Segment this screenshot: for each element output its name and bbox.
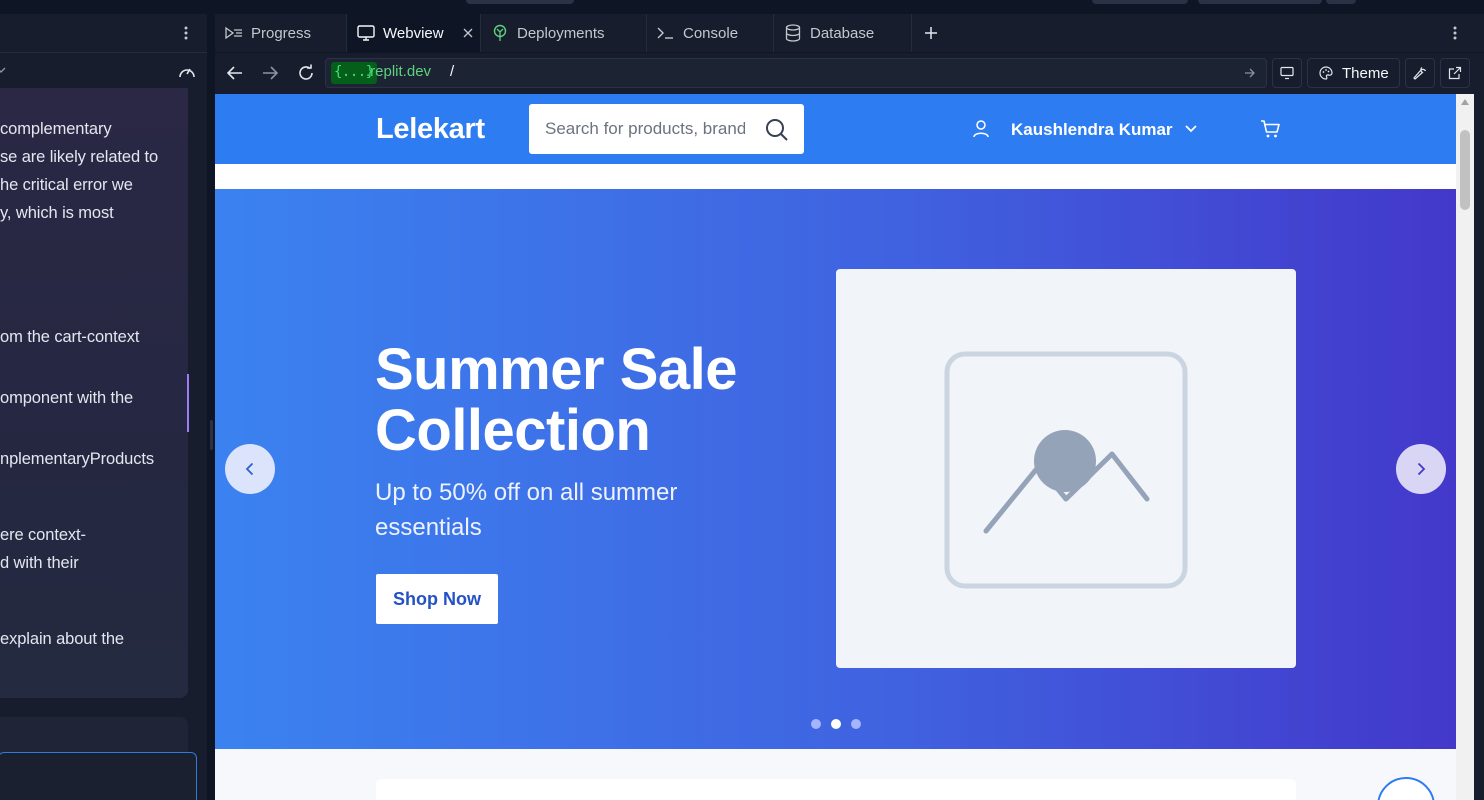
tab-deployments[interactable]: Deployments [481,14,647,52]
chevron-down-icon[interactable] [1184,124,1198,134]
gauge-icon[interactable] [177,63,197,81]
section-card [376,779,1296,800]
monitor-icon [357,24,375,42]
arrow-right-icon [263,66,278,80]
top-strip-pill[interactable] [1326,0,1356,4]
carousel-next-button[interactable] [1396,444,1446,494]
tab-label: Webview [383,24,444,42]
chevron-left-icon [245,462,254,476]
arrow-left-icon [227,66,242,80]
search-input[interactable]: Search for products, brands [529,104,804,154]
chat-text-line: omponent with the [0,389,134,407]
carousel-dot-active[interactable] [831,719,841,729]
chat-text-line: se are likely related to [0,148,159,166]
open-new-window-button[interactable] [1440,58,1470,88]
external-link-icon [1448,66,1462,80]
tab-label: Console [683,24,739,42]
search-icon[interactable] [765,118,789,142]
progress-icon [225,24,243,42]
refresh-icon [299,64,313,80]
user-icon[interactable] [972,120,990,138]
splitter-grip[interactable] [210,420,213,450]
site-logo[interactable]: Lelekart [376,113,485,146]
chat-text-line: ere context- [0,526,86,544]
chat-input-field[interactable] [0,752,197,800]
carousel-dot[interactable] [811,719,821,729]
tab-label: Progress [251,24,312,42]
carousel-prev-button[interactable] [225,444,275,494]
theme-button[interactable]: Theme [1307,58,1400,88]
carousel-dot[interactable] [851,719,861,729]
chat-text-line: d with their [0,554,79,572]
image-placeholder-icon [944,351,1188,589]
reload-button[interactable] [295,62,317,84]
chat-text-line: complementary [0,120,112,138]
forward-button[interactable] [259,62,281,84]
agent-message-card: complementary se are likely related to h… [0,88,188,698]
back-button[interactable] [224,62,246,84]
chat-pane-header [0,14,207,52]
chat-text-line: he critical error we [0,176,133,194]
chevron-right-icon [1417,462,1426,476]
top-strip-pill[interactable] [466,0,574,4]
device-preview-button[interactable] [1272,58,1302,88]
hero-title: Summer Sale Collection [375,337,738,463]
database-icon [784,24,802,42]
shop-now-button[interactable]: Shop Now [376,574,498,624]
tab-webview[interactable]: Webview [347,14,481,52]
ide-top-strip [0,0,1484,14]
scrollbar-thumb[interactable] [1460,130,1470,210]
chat-text-line: om the cart-context [0,328,140,346]
hero-carousel: Summer Sale Collection Up to 50% off on … [215,189,1456,749]
tab-progress[interactable]: Progress [215,14,347,52]
deployments-icon [491,24,509,42]
devtools-button[interactable] [1405,58,1435,88]
right-gutter [1474,94,1484,800]
kebab-menu-icon[interactable] [1447,25,1463,41]
url-domain: .replit.dev [366,63,432,80]
account-name[interactable]: Kaushlendra Kumar [1011,120,1173,140]
monitor-icon [1280,66,1294,80]
tab-label: Deployments [517,24,605,42]
site-header: Lelekart Search for products, brands Kau… [215,94,1456,164]
pane-splitter[interactable] [207,14,215,800]
wrench-icon [1413,67,1427,80]
kebab-menu-icon[interactable] [178,25,194,41]
search-placeholder: Search for products, brands [545,119,745,138]
hero-title-line: Summer Sale [375,337,738,402]
chevron-down-icon[interactable] [0,65,6,75]
cart-icon[interactable] [1260,119,1282,139]
url-path[interactable]: / [450,63,454,80]
hero-subtitle: Up to 50% off on all summer essentials [375,479,678,541]
hero-title-line: Collection [375,398,651,463]
go-arrow-icon[interactable] [1244,67,1256,79]
chat-text-line: explain about the [0,630,124,648]
chat-text-line: nplementaryProducts [0,450,155,468]
new-tab-plus-icon[interactable] [924,26,938,40]
top-strip-pill[interactable] [1198,0,1322,4]
active-step-indicator [187,374,189,432]
scroll-up-arrow-icon[interactable] [1460,98,1470,106]
url-input[interactable] [325,58,1267,88]
close-icon[interactable] [463,28,473,38]
chat-text-line: y, which is most [0,204,114,222]
terminal-icon [657,24,675,42]
top-strip-pill[interactable] [1092,0,1188,4]
tab-database[interactable]: Database [774,14,912,52]
chat-subheader [0,52,207,88]
palette-icon [1319,66,1333,80]
tab-console[interactable]: Console [647,14,774,52]
tab-label: Database [810,24,875,42]
theme-label: Theme [1342,64,1389,82]
webview-frame: Lelekart Search for products, brands Kau… [215,94,1456,800]
hero-image-placeholder [836,269,1296,668]
